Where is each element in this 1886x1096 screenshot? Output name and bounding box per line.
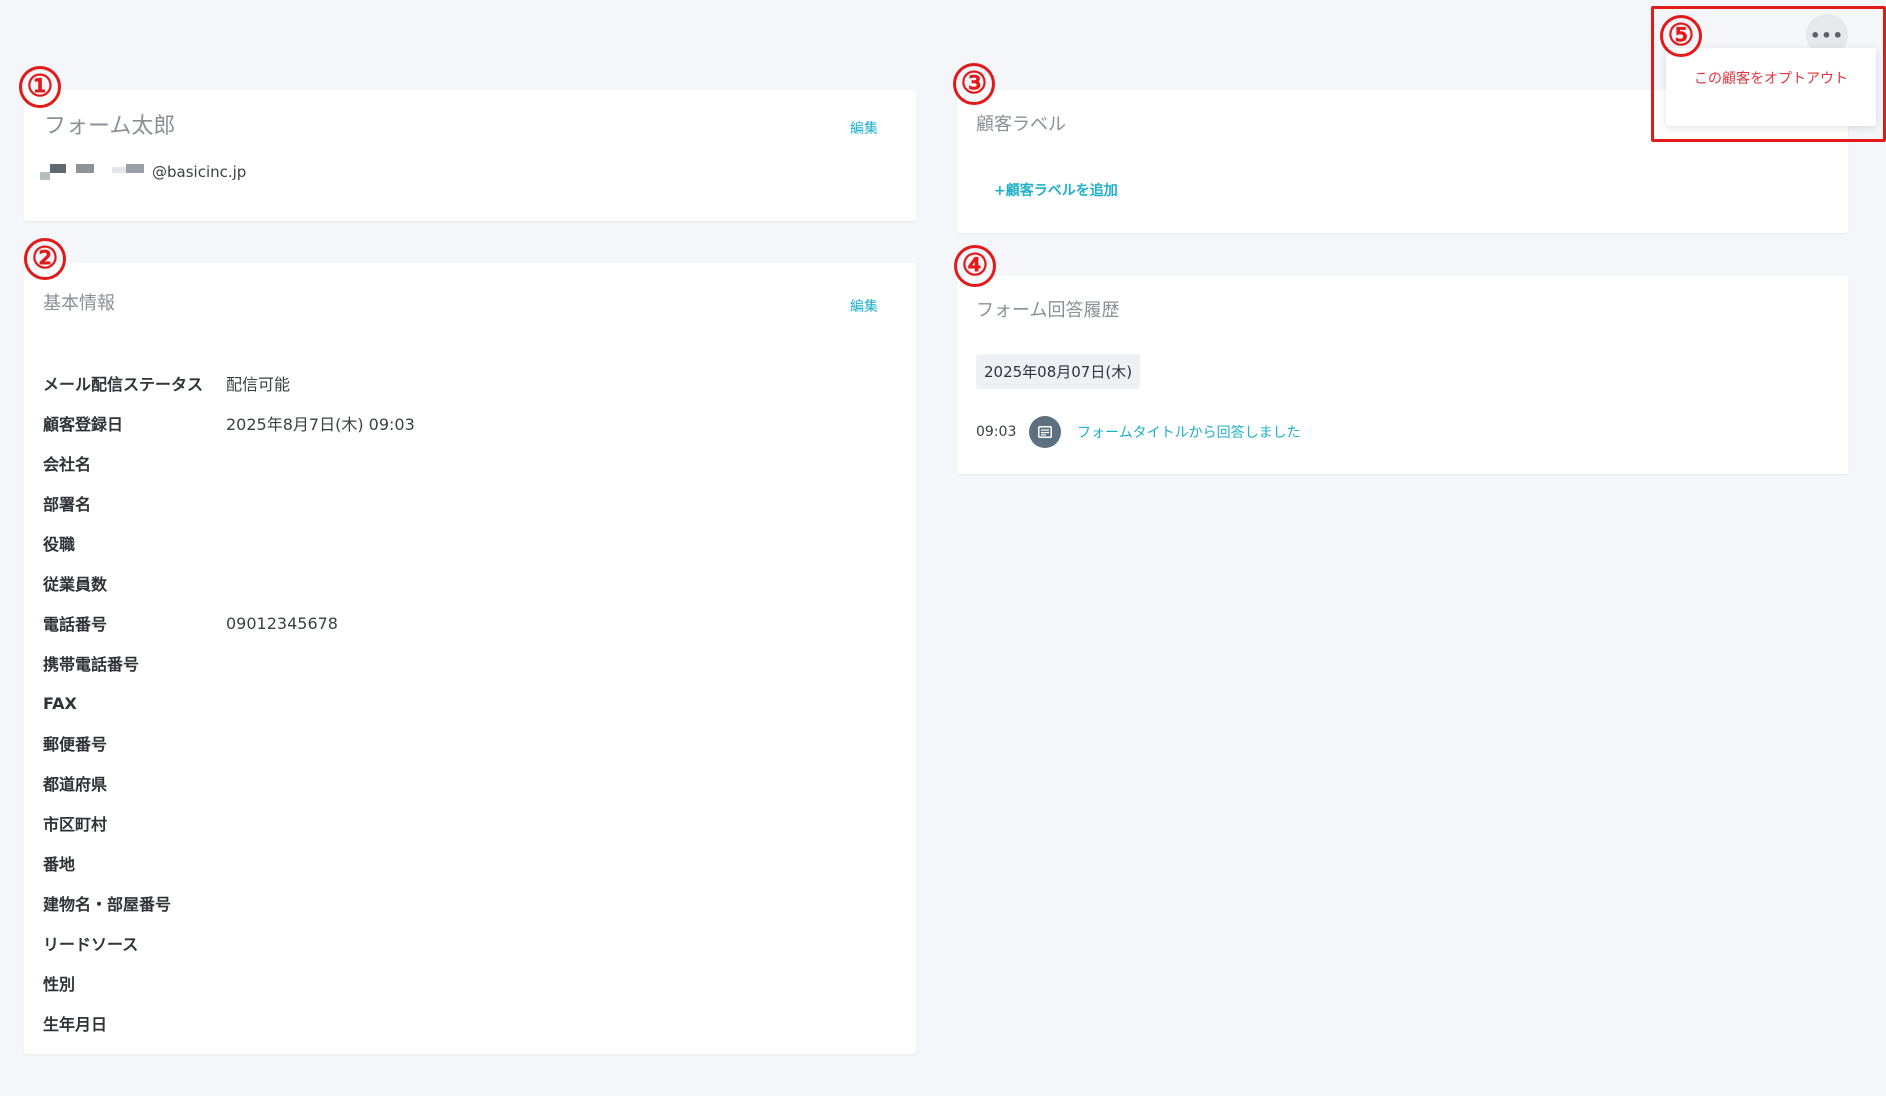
info-label: 郵便番号: [43, 735, 108, 754]
info-value: 配信可能: [226, 375, 291, 394]
info-row: 部署名: [43, 483, 415, 523]
annotation-marker-3: ③: [953, 63, 995, 105]
info-row: 携帯電話番号: [43, 643, 415, 683]
info-row: 都道府県: [43, 763, 415, 803]
customer-name-card: フォーム太郎 編集 @basicinc.jp: [24, 90, 916, 221]
email-redacted-block: [40, 164, 144, 180]
email-row: @basicinc.jp: [40, 162, 246, 182]
annotation-marker-5: ⑤: [1660, 15, 1702, 57]
history-entry-time: 09:03: [976, 424, 1017, 440]
annotation-marker-2: ②: [24, 238, 66, 280]
info-row: 従業員数: [43, 563, 415, 603]
basic-info-title: 基本情報: [43, 293, 115, 314]
basic-info-edit-link[interactable]: 編集: [850, 296, 878, 316]
info-row: FAX: [43, 683, 415, 723]
info-value: 09012345678: [226, 613, 338, 633]
info-row: 役職: [43, 523, 415, 563]
history-entry-link[interactable]: フォームタイトルから回答しました: [1077, 422, 1301, 442]
info-label: 部署名: [43, 495, 92, 514]
info-label: 従業員数: [43, 575, 108, 594]
info-label: 携帯電話番号: [43, 655, 140, 674]
info-value: 2025年8月7日(木) 09:03: [226, 415, 415, 434]
info-row: 郵便番号: [43, 723, 415, 763]
add-customer-label-button[interactable]: +顧客ラベルを追加: [994, 180, 1118, 200]
info-row: 性別: [43, 963, 415, 1003]
form-icon: [1029, 416, 1061, 448]
info-row: 生年月日: [43, 1003, 415, 1043]
info-row: 顧客登録日 2025年8月7日(木) 09:03: [43, 403, 415, 443]
info-row: 市区町村: [43, 803, 415, 843]
annotation-marker-1: ①: [19, 66, 61, 108]
info-label: 性別: [43, 975, 76, 994]
info-row: 番地: [43, 843, 415, 883]
info-row: 建物名・部屋番号: [43, 883, 415, 923]
info-label: 電話番号: [43, 615, 108, 634]
customer-labels-title: 顧客ラベル: [976, 114, 1066, 135]
info-row: リードソース: [43, 923, 415, 963]
email-suffix: @basicinc.jp: [152, 163, 247, 181]
form-history-card: フォーム回答履歴 2025年08月07日(木) 09:03 フォームタイトルから…: [957, 276, 1848, 474]
annotation-marker-4: ④: [954, 245, 996, 287]
name-edit-link[interactable]: 編集: [850, 118, 878, 138]
info-label: 番地: [43, 855, 76, 874]
info-label: 顧客登録日: [43, 415, 124, 434]
info-label: 市区町村: [43, 815, 108, 834]
info-row: 電話番号 09012345678: [43, 603, 415, 643]
info-label: リードソース: [43, 935, 139, 954]
info-label: 役職: [43, 535, 76, 554]
basic-info-card: 基本情報 編集 メール配信ステータス 配信可能顧客登録日 2025年8月7日(木) …: [24, 263, 916, 1054]
info-label: 建物名・部屋番号: [43, 895, 172, 914]
info-label: 生年月日: [43, 1015, 108, 1034]
info-row: メール配信ステータス 配信可能: [43, 363, 415, 403]
info-label: FAX: [43, 693, 77, 713]
history-entry: 09:03 フォームタイトルから回答しました: [976, 416, 1301, 448]
info-label: メール配信ステータス: [43, 375, 204, 394]
customer-name: フォーム太郎: [44, 114, 176, 139]
info-label: 都道府県: [43, 775, 108, 794]
info-row: 会社名: [43, 443, 415, 483]
form-history-title: フォーム回答履歴: [976, 300, 1120, 321]
info-label: 会社名: [43, 455, 92, 474]
basic-info-table: メール配信ステータス 配信可能顧客登録日 2025年8月7日(木) 09:03 会社名…: [43, 363, 415, 1043]
history-date-chip: 2025年08月07日(木): [976, 354, 1141, 389]
